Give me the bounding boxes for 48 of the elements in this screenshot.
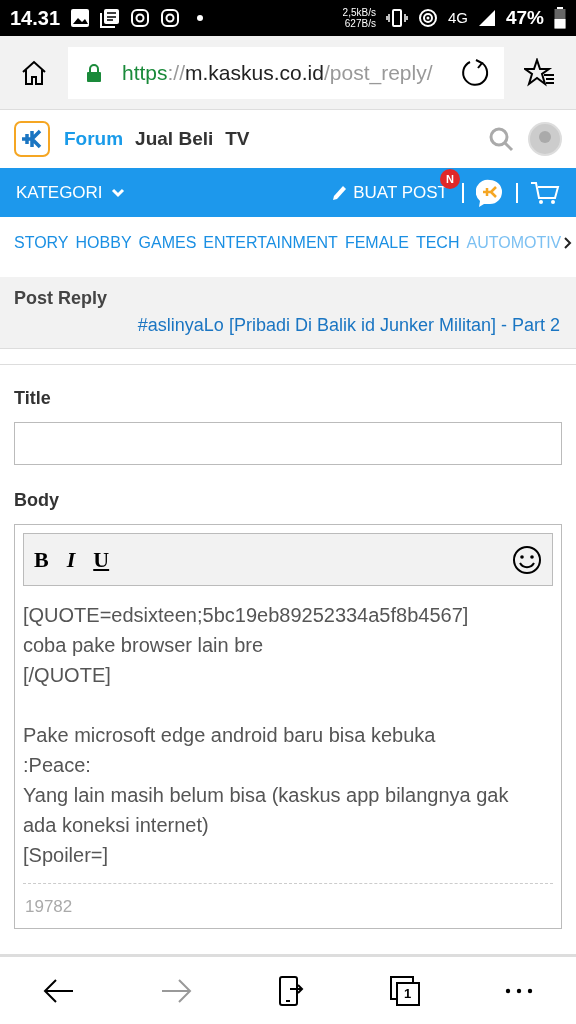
character-count: 19782: [25, 897, 73, 916]
category-link[interactable]: ENTERTAINMENT: [203, 231, 338, 255]
more-icon[interactable]: [505, 987, 534, 994]
dot-icon: [196, 14, 205, 22]
title-input[interactable]: [14, 422, 562, 465]
favorites-icon[interactable]: [524, 57, 556, 88]
category-link[interactable]: HOBBY: [75, 231, 132, 255]
category-link[interactable]: AUTOMOTIV: [466, 231, 562, 255]
smiley-icon[interactable]: [512, 544, 542, 575]
site-nav-link[interactable]: Jual Beli: [135, 124, 214, 154]
network-speed: 2,5kB/s 627B/s: [342, 7, 376, 29]
hotspot-icon: [417, 8, 438, 28]
camera-icon: [160, 8, 181, 28]
category-link[interactable]: TECH: [415, 231, 460, 255]
vibrate-icon: [385, 8, 408, 28]
battery-icon: [554, 7, 566, 29]
logo-icon: [14, 121, 50, 157]
body-label: Body: [14, 489, 60, 512]
back-icon[interactable]: [42, 977, 75, 1004]
pencil-icon: [331, 183, 348, 202]
clock: 14.31: [10, 6, 61, 31]
site-nav-link[interactable]: Forum: [64, 124, 124, 154]
category-link[interactable]: GAMES: [138, 231, 197, 255]
chevron-right-icon[interactable]: [564, 237, 572, 249]
category-link[interactable]: FEMALE: [344, 231, 409, 255]
format-button[interactable]: B: [34, 543, 49, 576]
network-type: 4G: [447, 7, 468, 28]
category-link[interactable]: STORY: [14, 231, 69, 255]
category-dropdown[interactable]: KATEGORI: [16, 179, 125, 206]
address-bar[interactable]: https://m.kaskus.co.id/post_reply/: [68, 46, 504, 99]
format-button[interactable]: I: [66, 543, 76, 576]
format-button[interactable]: U: [93, 543, 110, 576]
phone-share-icon[interactable]: [278, 975, 304, 1006]
site-nav-link[interactable]: TV: [225, 124, 250, 154]
cart-icon[interactable]: [530, 179, 560, 206]
title-label: Title: [14, 387, 52, 410]
signal-icon: [477, 9, 496, 27]
battery-percent: 47%: [505, 5, 544, 30]
post-reply-heading: Post Reply: [14, 287, 109, 310]
chat-bubble-icon[interactable]: [476, 177, 504, 208]
image-icon: [70, 8, 91, 28]
camera-icon: [130, 8, 151, 28]
news-icon: [100, 8, 121, 28]
lock-icon: [86, 63, 102, 82]
chevron-down-icon: [110, 187, 125, 198]
url-text: https://m.kaskus.co.id/post_reply/: [122, 59, 433, 87]
thread-title-link[interactable]: #aslinyaLo [Pribadi Di Balik id Junker Militan] - Part 2: [137, 312, 562, 339]
home-icon[interactable]: [20, 58, 48, 87]
